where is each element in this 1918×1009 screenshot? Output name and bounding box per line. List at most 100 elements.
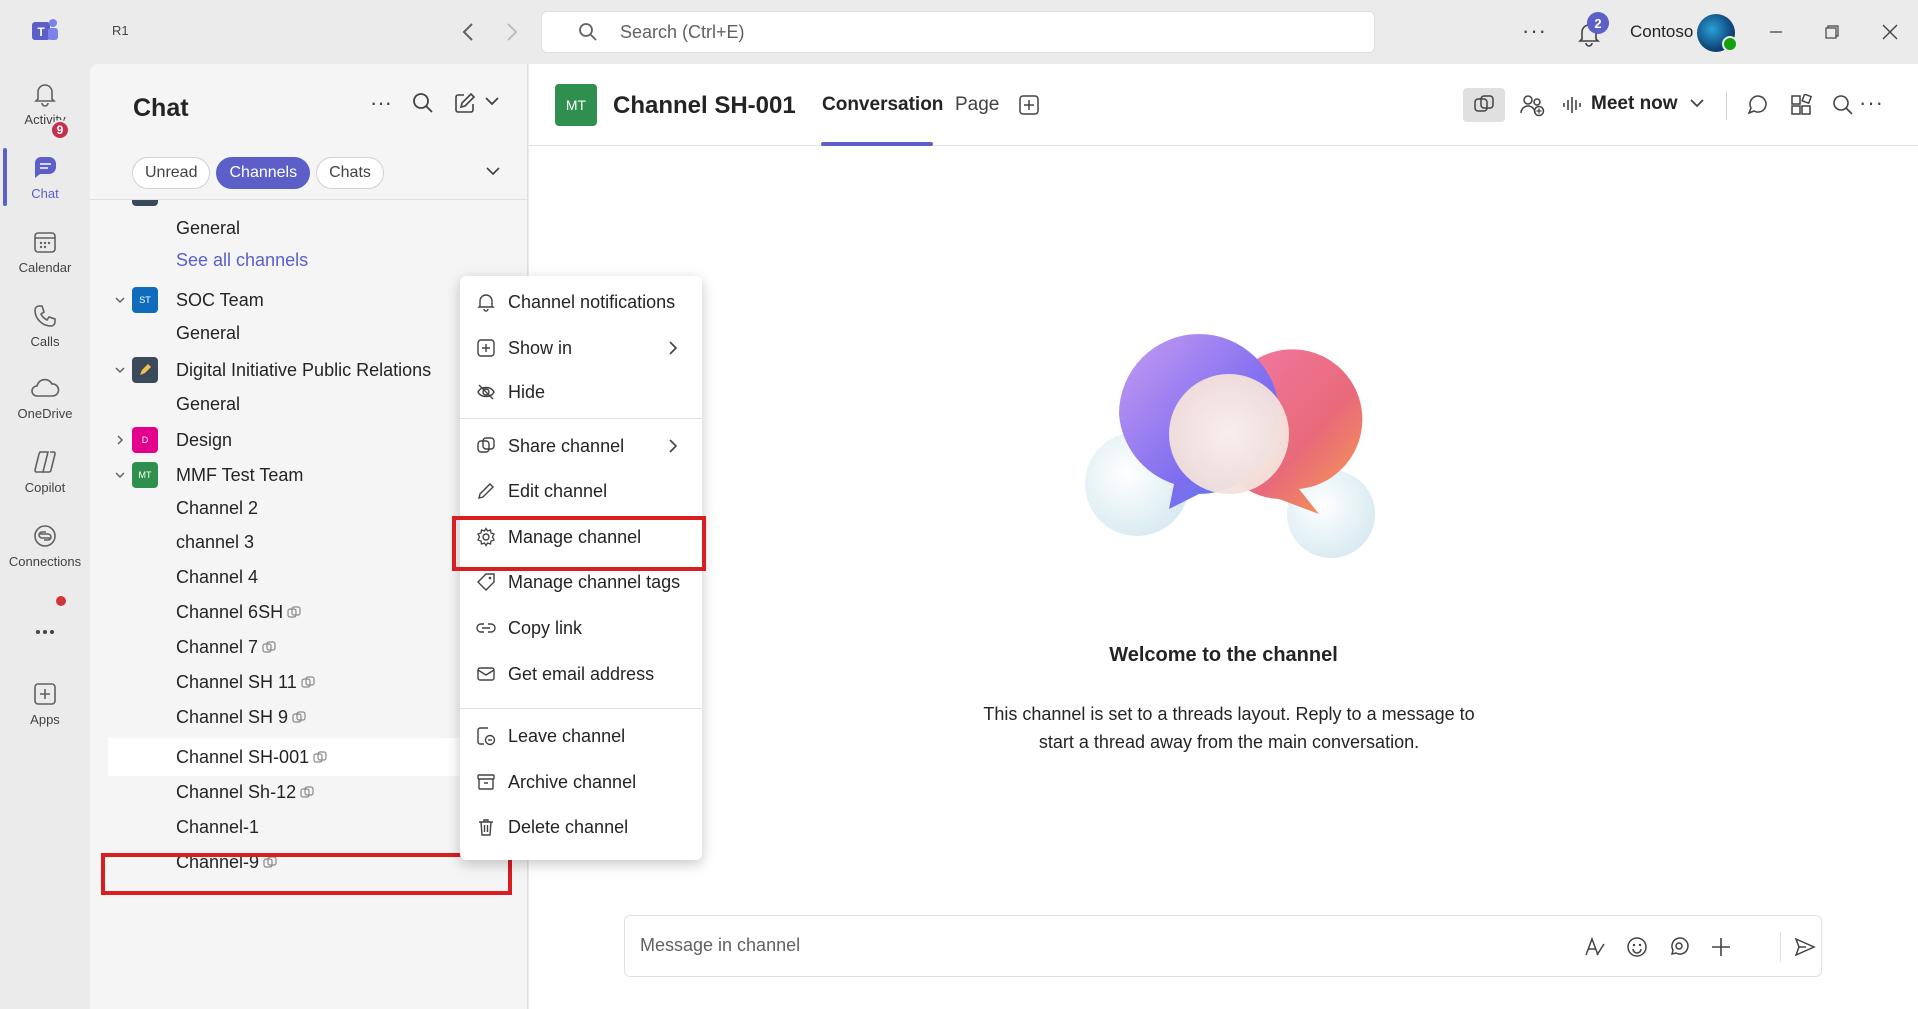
- shared-channel-icon: [262, 641, 276, 653]
- meet-now-audio-icon-wrap[interactable]: [1557, 90, 1587, 120]
- channel-header-more-button[interactable]: ···: [1859, 90, 1884, 116]
- menu-item-manage-channel[interactable]: Manage channel: [460, 517, 702, 557]
- team-avatar: ST: [132, 287, 158, 313]
- conversation-button[interactable]: [1743, 90, 1773, 120]
- menu-label: Show in: [508, 337, 573, 358]
- chevron-down-icon[interactable]: [114, 364, 126, 376]
- chevron-down-icon[interactable]: [114, 469, 126, 481]
- restore-button[interactable]: [1818, 18, 1846, 46]
- window-title: R1: [112, 23, 129, 38]
- rail-item-calendar[interactable]: Calendar: [0, 220, 90, 292]
- chevron-right-icon[interactable]: [114, 434, 126, 446]
- menu-item-archive-channel[interactable]: Archive channel: [460, 762, 702, 802]
- rail-label-calendar: Calendar: [18, 260, 72, 275]
- settings-more-button[interactable]: ···: [1522, 18, 1547, 44]
- teams-logo-icon: T: [32, 19, 58, 40]
- channel-label: General: [176, 217, 241, 238]
- minimize-button[interactable]: [1762, 18, 1790, 46]
- rail-item-calls[interactable]: Calls: [0, 294, 90, 366]
- emoji-button[interactable]: [1622, 932, 1652, 962]
- shared-channel-icon: [263, 856, 277, 868]
- back-button[interactable]: [454, 18, 482, 46]
- chat-filters: Unread Channels Chats: [132, 157, 384, 189]
- leave-icon: [477, 727, 496, 746]
- notifications-badge: 2: [1587, 12, 1609, 34]
- active-tab-indicator: [821, 142, 933, 146]
- welcome-illustration: [1085, 334, 1375, 558]
- shared-channel-icon: [292, 711, 306, 723]
- rail-item-apps[interactable]: Apps: [0, 672, 90, 744]
- filter-channels[interactable]: Channels: [216, 157, 311, 189]
- menu-label: Hide: [508, 381, 546, 402]
- org-name[interactable]: Contoso: [1630, 22, 1693, 42]
- close-button[interactable]: [1876, 18, 1904, 46]
- presence-available-icon: [1722, 36, 1738, 52]
- channel-label: Channel 7: [176, 636, 259, 657]
- menu-item-show-in[interactable]: Show in: [460, 328, 702, 368]
- meet-now-button[interactable]: Meet now: [1591, 93, 1678, 115]
- menu-item-copy-link[interactable]: Copy link: [460, 608, 702, 648]
- menu-label: Channel notifications: [508, 291, 676, 312]
- tab-conversation[interactable]: Conversation: [822, 94, 943, 116]
- channel-search-button[interactable]: [1828, 90, 1858, 120]
- chevron-down-icon[interactable]: [485, 96, 499, 106]
- rail-item-onedrive[interactable]: OneDrive: [0, 366, 90, 438]
- channel-header: MT Channel SH-001 Conversation Page Meet…: [529, 64, 1918, 146]
- rail-more-apps-button[interactable]: [0, 604, 90, 676]
- rail-label-calls: Calls: [30, 334, 60, 349]
- list-item[interactable]: General: [90, 210, 527, 246]
- rail-item-chat[interactable]: Chat: [0, 146, 90, 218]
- rail-item-connections[interactable]: Connections: [0, 514, 90, 586]
- menu-item-delete-channel[interactable]: Delete channel: [460, 807, 702, 847]
- list-item-selected[interactable]: Channel SH-001 ···: [108, 738, 508, 776]
- search-input[interactable]: Search (Ctrl+E): [541, 11, 1375, 53]
- tab-page[interactable]: Page: [955, 94, 999, 116]
- copilot-icon: [34, 451, 56, 473]
- compose-icon[interactable]: [454, 92, 476, 114]
- close-icon: [1882, 24, 1898, 40]
- filter-chats[interactable]: Chats: [316, 157, 384, 189]
- channel-avatar: MT: [555, 84, 597, 126]
- search-icon: [1833, 95, 1853, 115]
- chat-more-options-button[interactable]: ···: [370, 90, 392, 116]
- format-button[interactable]: [1580, 932, 1610, 962]
- see-all-channels-link[interactable]: See all channels: [90, 242, 527, 278]
- chevron-down-icon[interactable]: [486, 166, 500, 176]
- send-button[interactable]: [1790, 932, 1820, 962]
- tag-icon: [477, 573, 495, 591]
- bell-icon: [34, 84, 56, 107]
- bell-icon: [477, 294, 495, 312]
- minimize-icon: [1770, 31, 1782, 33]
- welcome-line-2: start a thread away from the main conver…: [1038, 732, 1420, 752]
- people-add-icon: [1520, 95, 1545, 117]
- menu-item-manage-channel-tags[interactable]: Manage channel tags: [460, 562, 702, 602]
- menu-item-edit-channel[interactable]: Edit channel: [460, 471, 702, 511]
- add-tab-icon[interactable]: [1018, 94, 1040, 116]
- menu-label: Get email address: [508, 663, 655, 684]
- menu-item-leave-channel[interactable]: Leave channel: [460, 716, 702, 756]
- rail-item-copilot[interactable]: Copilot: [0, 440, 90, 512]
- divider: [1780, 932, 1781, 962]
- chevron-down-icon[interactable]: [1690, 98, 1704, 108]
- connections-icon: [34, 525, 56, 547]
- rail-item-activity[interactable]: Activity: [0, 72, 90, 144]
- chevron-down-icon[interactable]: [114, 294, 126, 306]
- filter-unread[interactable]: Unread: [132, 157, 211, 189]
- message-composer[interactable]: Message in channel: [624, 915, 1822, 977]
- mail-icon: [477, 667, 495, 681]
- chat-bubbles-icon: [1747, 95, 1767, 115]
- channel-label: channel 3: [176, 531, 255, 552]
- menu-item-channel-notifications[interactable]: Channel notifications: [460, 282, 702, 322]
- attach-button[interactable]: [1706, 932, 1736, 962]
- menu-item-get-email-address[interactable]: Get email address: [460, 654, 702, 694]
- share-channel-button[interactable]: [1463, 88, 1505, 122]
- loop-button[interactable]: [1664, 932, 1694, 962]
- archive-icon: [477, 774, 495, 790]
- forward-button[interactable]: [498, 18, 526, 46]
- main-content: MT Channel SH-001 Conversation Page Meet…: [529, 64, 1918, 1009]
- search-icon[interactable]: [412, 92, 434, 114]
- apps-button[interactable]: [1786, 90, 1816, 120]
- menu-item-hide[interactable]: Hide: [460, 372, 702, 412]
- add-people-button[interactable]: [1517, 90, 1547, 120]
- menu-item-share-channel[interactable]: Share channel: [460, 426, 702, 466]
